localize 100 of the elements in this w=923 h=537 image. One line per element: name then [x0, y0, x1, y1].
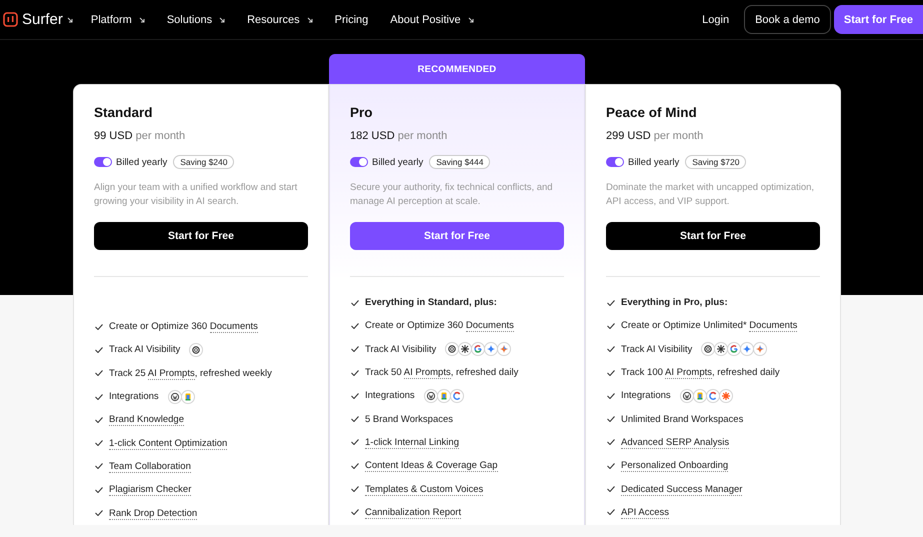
billing-toggle[interactable] — [94, 157, 112, 167]
caret-icon — [468, 16, 474, 22]
start-free-button[interactable]: Start for Free — [606, 222, 820, 250]
logo-icon — [3, 12, 18, 27]
login-link[interactable]: Login — [702, 14, 730, 26]
feature-text: 1-click Content Optimization — [109, 438, 228, 449]
cog-logo-icon — [718, 388, 733, 403]
feature-text: Unlimited Brand Workspaces — [621, 414, 744, 425]
check-icon — [607, 462, 615, 469]
feature-text: Track 100 AI Prompts, refreshed daily — [621, 367, 780, 378]
feature-text: Team Collaboration — [109, 460, 191, 472]
billing-label: Billed yearly — [372, 156, 424, 168]
feature-text: Integrations — [365, 390, 415, 402]
knot-logo-icon — [445, 342, 460, 356]
feature-text: Personalized Onboarding — [621, 460, 728, 472]
check-icon — [95, 463, 103, 470]
start-free-button[interactable]: Start for Free — [834, 5, 923, 34]
star-logo-icon — [740, 342, 754, 356]
google-logo-icon — [727, 342, 742, 356]
billing-toggle[interactable] — [606, 157, 624, 167]
check-icon — [607, 486, 615, 492]
knot-logo-icon — [701, 342, 716, 356]
docs-logo-icon — [692, 388, 707, 403]
star-logo-icon — [484, 342, 498, 356]
nav-link[interactable]: Platform — [90, 14, 145, 26]
plan-description: Dominate the market with uncapped optimization, API access, and VIP support. — [606, 181, 816, 208]
caret-icon — [219, 16, 226, 22]
check-icon — [351, 462, 359, 469]
wordpress-logo-icon — [680, 388, 694, 403]
check-icon — [95, 394, 103, 400]
check-icon — [95, 324, 103, 330]
plan-name: Pro — [350, 105, 374, 120]
feature-text: API Access — [621, 506, 670, 518]
caret-icon — [66, 16, 73, 22]
feature-text: Templates & Custom Voices — [365, 484, 484, 495]
book-demo-button[interactable]: Book a demo — [744, 5, 831, 34]
google-logo-icon — [471, 342, 486, 356]
check-icon — [95, 486, 103, 493]
check-icon — [351, 509, 359, 516]
feature-text: 5 Brand Workspaces — [365, 414, 454, 425]
plan-price: 182 USD per month — [350, 130, 448, 142]
ring-logo-icon — [706, 388, 720, 403]
plan-description: Align your team with a unified workflow and start growing your visibility in AI search. — [94, 181, 298, 208]
wordpress-logo-icon — [424, 388, 438, 403]
check-icon — [95, 370, 103, 376]
nav-link[interactable]: About Positive — [390, 14, 474, 26]
check-icon — [351, 322, 359, 329]
saving-badge: Saving $240 — [173, 155, 234, 169]
feature-text: Integrations — [621, 390, 671, 402]
check-icon — [607, 416, 615, 422]
feature-text: Content Ideas & Coverage Gap — [365, 460, 498, 472]
nav-link[interactable]: Resources — [247, 14, 313, 26]
billing-label: Billed yearly — [628, 156, 680, 168]
check-icon — [607, 439, 615, 446]
start-free-button[interactable]: Start for Free — [94, 222, 308, 250]
plan-description: Secure your authority, fix technical conflicts, and manage AI perception at scale. — [350, 181, 554, 208]
feature-text: Create or Optimize Unlimited* Documents — [621, 320, 798, 332]
feature-text: Dedicated Success Manager — [621, 484, 742, 495]
feature-text: Plagiarism Checker — [109, 484, 192, 496]
check-icon — [351, 416, 359, 422]
feature-text: Cannibalization Report — [365, 506, 462, 518]
billing-toggle[interactable] — [350, 157, 368, 167]
brand-name[interactable]: Surfer — [22, 11, 63, 28]
feature-text: Integrations — [109, 391, 159, 402]
start-free-button[interactable]: Start for Free — [350, 222, 564, 250]
saving-badge: Saving $720 — [685, 155, 746, 169]
check-icon — [607, 300, 615, 306]
check-icon — [607, 392, 615, 399]
check-icon — [95, 346, 103, 353]
check-icon — [95, 440, 103, 446]
feature-text: Track AI Visibility — [365, 344, 436, 355]
feature-text: Track AI Visibility — [109, 344, 180, 356]
caret-icon — [306, 16, 313, 22]
nav-link[interactable]: Pricing — [334, 14, 368, 26]
nav-link[interactable]: Solutions — [166, 14, 226, 26]
spark-logo-icon — [497, 342, 512, 356]
check-icon — [351, 486, 359, 492]
recommended-ribbon: RECOMMENDED — [329, 54, 585, 84]
plan-price: 299 USD per month — [606, 130, 704, 142]
knot-logo-icon — [189, 342, 204, 357]
docs-logo-icon — [180, 390, 195, 404]
burst-logo-icon — [458, 342, 472, 356]
check-icon — [607, 370, 615, 376]
feature-text: 1-click Internal Linking — [365, 436, 459, 448]
check-icon — [351, 392, 359, 399]
wordpress-logo-icon — [168, 390, 182, 404]
plan-name: Standard — [94, 105, 154, 120]
saving-badge: Saving $444 — [429, 155, 490, 169]
plan-price: 99 USD per month — [94, 130, 186, 142]
check-icon — [351, 439, 359, 446]
feature-text: Everything in Pro, plus: — [621, 297, 728, 308]
plan-name: Peace of Mind — [606, 105, 698, 120]
feature-text: Create or Optimize 360 Documents — [365, 320, 514, 332]
check-icon — [351, 300, 359, 306]
check-icon — [607, 322, 615, 329]
docs-logo-icon — [436, 388, 451, 403]
feature-text: Create or Optimize 360 Documents — [109, 321, 258, 332]
billing-label: Billed yearly — [116, 156, 168, 168]
check-icon — [351, 370, 359, 376]
feature-text: Track 50 AI Prompts, refreshed daily — [365, 367, 518, 378]
